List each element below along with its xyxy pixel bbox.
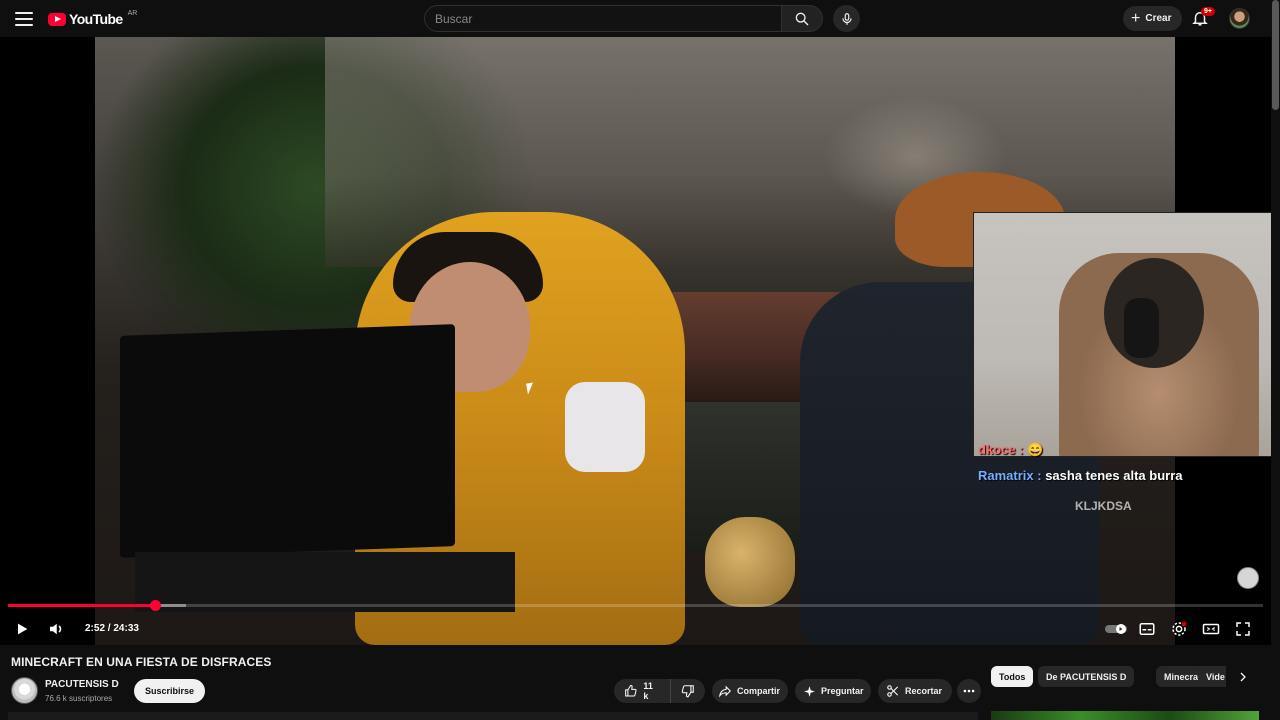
share-button[interactable]: Compartir [712, 679, 788, 703]
create-button[interactable]: + Crear [1123, 6, 1183, 31]
chat-user: Ramatrix : [978, 468, 1042, 483]
channel-name[interactable]: PACUTENSIS D [45, 679, 119, 690]
chat-message: sasha tenes alta burra [1045, 468, 1183, 483]
volume-button[interactable] [44, 617, 68, 641]
play-button[interactable] [10, 617, 34, 641]
thumbs-up-icon [625, 684, 637, 697]
theater-mode-button[interactable] [1199, 617, 1223, 641]
ask-button[interactable]: Preguntar [795, 679, 871, 703]
logo-text: YouTube [69, 11, 123, 27]
progress-played [8, 604, 155, 607]
webcam-headset [1124, 298, 1159, 358]
voice-search-button[interactable] [833, 5, 860, 32]
notifications-button[interactable]: 9+ [1191, 7, 1215, 29]
chat-line: Ramatrix : sasha tenes alta burra [978, 463, 1183, 489]
account-avatar[interactable] [1229, 8, 1250, 29]
subscriber-count: 76.6 k suscriptores [45, 694, 113, 703]
chip-channel[interactable]: De PACUTENSIS D [1038, 666, 1135, 687]
youtube-play-icon [48, 12, 66, 26]
settings-button[interactable] [1167, 617, 1191, 641]
top-bar: YouTube AR + Crear 9+ [0, 0, 1280, 37]
chat-overlay-text: KLJKDSA [1075, 499, 1132, 513]
dislike-button[interactable] [671, 679, 706, 703]
autoplay-toggle-icon [1105, 624, 1127, 634]
chip-videos[interactable]: Vide [1198, 666, 1226, 687]
chat-user: dkoce : [978, 442, 1024, 457]
volume-icon [50, 623, 62, 635]
menu-icon[interactable] [14, 9, 34, 29]
fullscreen-button[interactable] [1231, 617, 1255, 641]
subtitles-button[interactable] [1135, 617, 1159, 641]
notifications-badge: 9+ [1201, 7, 1215, 16]
scissors-icon [887, 685, 899, 697]
chip-todos[interactable]: Todos [991, 666, 1034, 687]
duration: 24:33 [113, 623, 139, 634]
video-title: MINECRAFT EN UNA FIESTA DE DISFRACES [11, 655, 272, 669]
youtube-logo[interactable]: YouTube AR [48, 10, 137, 28]
fullscreen-icon [1236, 622, 1250, 636]
video-player[interactable]: dkoce : 😄 Ramatrix : sasha tenes alta bu… [0, 37, 1271, 645]
autoplay-toggle[interactable] [1103, 617, 1129, 641]
more-horizontal-icon [963, 689, 975, 693]
streamer-webcam [973, 212, 1271, 457]
stream-chat-overlay: dkoce : 😄 Ramatrix : sasha tenes alta bu… [978, 437, 1183, 489]
current-time: 2:52 [85, 623, 106, 634]
progress-bar[interactable] [8, 600, 1263, 611]
channel-watermark-icon[interactable] [1237, 567, 1259, 589]
like-count: 11 k [643, 681, 653, 701]
time-separator: / [107, 623, 111, 634]
share-icon [718, 685, 731, 698]
player-controls: 2:52 / 24:33 [0, 613, 1271, 645]
search-input[interactable] [425, 6, 781, 31]
gear-icon [1172, 621, 1187, 636]
thumbs-down-icon [681, 685, 694, 698]
channel-avatar[interactable] [11, 677, 38, 704]
video-laptop [120, 324, 455, 558]
play-icon [18, 623, 28, 635]
clip-button[interactable]: Recortar [878, 679, 952, 703]
progress-scrubber[interactable] [149, 600, 161, 611]
video-laptop-base [135, 552, 515, 612]
chat-emote-icon: 😄 [1027, 442, 1044, 457]
related-filter-chips: Todos De PACUTENSIS D Minecraft Vide [991, 666, 1226, 687]
subscribe-button[interactable]: Suscribirse [134, 679, 206, 703]
clip-label: Recortar [905, 686, 943, 696]
create-label: Crear [1145, 13, 1172, 24]
like-button[interactable]: 11 k [614, 679, 671, 703]
like-dislike-group: 11 k [614, 679, 705, 703]
more-actions-button[interactable] [957, 679, 981, 703]
theater-mode-icon [1202, 623, 1220, 635]
search-box [424, 5, 782, 32]
video-person-shirt [565, 382, 645, 472]
chat-line: dkoce : 😄 [978, 437, 1183, 463]
ask-label: Preguntar [821, 686, 864, 696]
plus-icon: + [1131, 9, 1141, 27]
chips-next-button[interactable] [1233, 667, 1253, 687]
video-golden-bag [705, 517, 795, 607]
description-box-top [8, 712, 978, 720]
share-label: Compartir [737, 686, 781, 696]
chevron-right-icon [1240, 672, 1246, 682]
time-display: 2:52 / 24:33 [85, 623, 139, 634]
subtitles-icon [1139, 623, 1155, 635]
sparkle-icon [804, 685, 815, 697]
logo-region: AR [127, 9, 138, 17]
search-button[interactable] [782, 5, 823, 32]
page-scrollbar-thumb[interactable] [1272, 0, 1279, 110]
recommended-video-thumbnail[interactable] [991, 711, 1259, 720]
search-icon [795, 12, 809, 25]
microphone-icon [841, 12, 852, 25]
